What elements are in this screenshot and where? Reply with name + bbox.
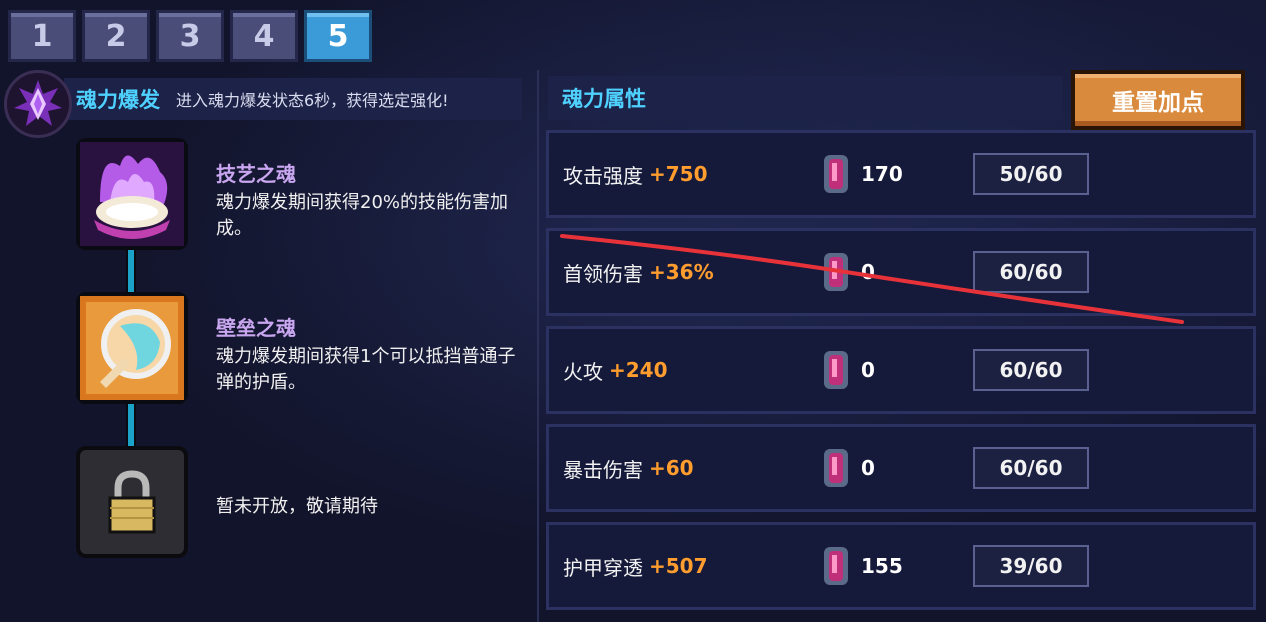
- attribute-row-armor-penetration[interactable]: 护甲穿透 +507 155 39/60: [546, 522, 1256, 610]
- attribute-bonus: +240: [609, 358, 668, 382]
- attribute-level[interactable]: 50/60: [973, 153, 1089, 195]
- attribute-row-attack[interactable]: 攻击强度 +750 170 50/60: [546, 130, 1256, 218]
- soul-gem-icon: [824, 449, 848, 487]
- attribute-bonus: +60: [649, 456, 694, 480]
- shield-orb-icon: [80, 296, 184, 400]
- attribute-row-fire-attack[interactable]: 火攻 +240 0 60/60: [546, 326, 1256, 414]
- skill-node-bulwark[interactable]: [76, 292, 188, 404]
- soul-gem-icon: [824, 155, 848, 193]
- attribute-label: 攻击强度 +750: [563, 133, 708, 215]
- attribute-bonus: +507: [649, 554, 708, 578]
- tab-5[interactable]: 5: [304, 10, 372, 62]
- attribute-name: 护甲穿透: [563, 555, 643, 580]
- attribute-name: 火攻: [563, 359, 603, 384]
- soul-burst-icon[interactable]: [4, 70, 72, 138]
- attribute-cost: 155: [861, 554, 903, 578]
- page-tabs: 1 2 3 4 5: [8, 10, 372, 62]
- reset-points-button[interactable]: 重置加点: [1071, 70, 1245, 130]
- tab-4[interactable]: 4: [230, 10, 298, 62]
- skill-node-technique[interactable]: [76, 138, 188, 250]
- tree-connector: [126, 402, 136, 450]
- attribute-name: 暴击伤害: [563, 457, 643, 482]
- attribute-row-boss-damage[interactable]: 首领伤害 +36% 0 60/60: [546, 228, 1256, 316]
- skill-node-locked: [76, 446, 188, 558]
- skill-name: 魂力爆发: [76, 88, 160, 112]
- soul-gem-icon: [824, 351, 848, 389]
- attribute-level[interactable]: 60/60: [973, 349, 1089, 391]
- node-desc-bulwark: 魂力爆发期间获得1个可以抵挡普通子弹的护盾。: [216, 346, 516, 393]
- attribute-label: 火攻 +240: [563, 329, 668, 411]
- tree-connector: [126, 248, 136, 296]
- tab-3[interactable]: 3: [156, 10, 224, 62]
- attribute-name: 首领伤害: [563, 261, 643, 286]
- attribute-label: 首领伤害 +36%: [563, 231, 714, 313]
- attribute-bonus: +750: [649, 162, 708, 186]
- tab-1[interactable]: 1: [8, 10, 76, 62]
- purple-flame-shell-icon: [80, 142, 184, 246]
- attribute-cost: 170: [861, 162, 903, 186]
- skill-header-bar: 魂力爆发 进入魂力爆发状态6秒，获得选定强化!: [64, 78, 522, 120]
- attribute-level[interactable]: 60/60: [973, 251, 1089, 293]
- attribute-name: 攻击强度: [563, 163, 643, 188]
- attributes-title: 魂力属性: [562, 87, 646, 111]
- attribute-level[interactable]: 39/60: [973, 545, 1089, 587]
- skill-description: 进入魂力爆发状态6秒，获得选定强化!: [176, 91, 449, 110]
- attribute-cost: 0: [861, 260, 875, 284]
- attribute-label: 护甲穿透 +507: [563, 525, 708, 607]
- node-title-technique: 技艺之魂: [216, 162, 296, 186]
- attributes-header: 魂力属性: [548, 76, 1062, 120]
- attribute-cost: 0: [861, 358, 875, 382]
- skill-header: 魂力爆发 进入魂力爆发状态6秒，获得选定强化!: [0, 70, 528, 138]
- attribute-cost: 0: [861, 456, 875, 480]
- soul-gem-icon: [824, 547, 848, 585]
- node-desc-technique: 魂力爆发期间获得20%的技能伤害加成。: [216, 192, 509, 239]
- attribute-row-crit-damage[interactable]: 暴击伤害 +60 0 60/60: [546, 424, 1256, 512]
- attribute-label: 暴击伤害 +60: [563, 427, 694, 509]
- node-title-bulwark: 壁垒之魂: [216, 316, 296, 340]
- tab-2[interactable]: 2: [82, 10, 150, 62]
- lock-icon: [108, 470, 156, 534]
- soul-gem-icon: [824, 253, 848, 291]
- attribute-bonus: +36%: [649, 260, 714, 284]
- attribute-level[interactable]: 60/60: [973, 447, 1089, 489]
- panel-divider: [537, 70, 539, 622]
- node-desc-locked: 暂未开放，敬请期待: [216, 496, 378, 517]
